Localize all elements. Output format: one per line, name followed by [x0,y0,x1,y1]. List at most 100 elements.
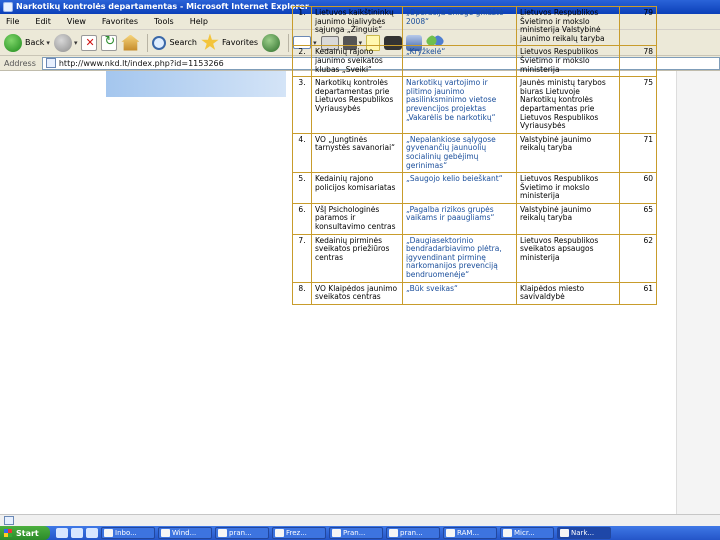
left-panel [106,71,286,514]
funder-cell: Lietuvos Respublikos Švietimo ir mokslo … [516,172,620,204]
funder-cell: Lietuvos Respublikos Švietimo ir mokslo … [516,5,620,47]
project-cell[interactable]: „Operacija Sniegė gniūžtė 2008“ [402,5,517,47]
row-number: 8. [292,281,312,305]
taskbar-item[interactable]: Frez... [272,527,326,539]
row-number: 2. [292,45,312,78]
page-status-icon [4,516,14,525]
funder-cell: Valstybinė jaunimo reikalų taryba [516,202,620,235]
row-number: 5. [292,172,312,204]
start-label: Start [16,528,39,538]
back-button[interactable]: Back ▾ [4,33,50,53]
chevron-down-icon[interactable]: ▾ [74,39,78,47]
forward-arrow-icon [53,33,72,52]
row-number: 6. [292,202,312,235]
toolbar-divider [147,33,149,52]
taskbar-item[interactable]: Pran... [329,527,383,539]
funder-cell: Klaipėdos miesto savivaldybė [516,281,620,305]
toolbar-divider [288,33,290,52]
favorites-button[interactable]: Favorites [201,33,258,53]
project-cell[interactable]: „Būk sveikas“ [402,281,517,305]
search-label: Search [169,38,197,47]
points-cell: 75 [619,76,657,134]
project-cell[interactable]: „Pagalba rizikos grupės vaikams ir paaug… [402,202,517,235]
taskbar-item-active[interactable]: Nark... [557,527,611,539]
project-cell[interactable]: „Nepalankiose sąlygose gyvenančių jaunuo… [402,132,517,174]
points-cell: 71 [619,132,657,174]
table-row: 7. Kedainių pirminės sveikatos priežiūros… [292,233,657,283]
side-banner [106,71,286,97]
points-cell: 61 [619,281,657,305]
refresh-button[interactable] [101,33,118,53]
taskbar-item[interactable]: Wind... [158,527,212,539]
quick-launch-word-icon[interactable] [71,528,83,538]
row-number: 1. [292,5,312,47]
star-icon [201,33,219,50]
taskbar-item[interactable]: Inbo... [101,527,155,539]
project-cell[interactable]: „Daugiasektorinio bendradarbiavimo plėtr… [402,233,517,283]
row-number: 4. [292,132,312,174]
menu-edit[interactable]: Edit [35,17,51,26]
address-label: Address [4,58,36,68]
menu-view[interactable]: View [67,17,86,26]
organization-cell: Kedainių pirminės sveikatos priežiūros c… [311,233,403,283]
taskbar: Start Inbo... Wind... pran... Frez... Pr… [0,526,720,540]
page-icon [45,58,56,68]
chevron-down-icon[interactable]: ▾ [46,39,50,47]
quick-launch-desktop-icon[interactable] [86,528,98,538]
points-cell: 62 [619,233,657,283]
funder-cell: Jaunės ministų tarybos biuras Lietuvoje … [516,76,620,134]
project-cell[interactable]: „Saugojo kelio beieškant“ [402,172,517,204]
home-button[interactable] [121,33,140,53]
organization-cell: VO „Jungtinės tarnystės savanoriai“ [311,132,403,174]
project-cell[interactable]: „Kryžkelė“ [402,45,517,78]
table-row: 6. VšĮ Psichologinės paramos ir konsultav… [292,202,657,235]
organization-cell: Lietuvos kaikštininkų jaunimo bialivybės… [311,5,403,47]
menu-help[interactable]: Help [190,17,208,26]
media-icon [262,33,281,52]
row-number: 3. [292,76,312,134]
right-margin [676,71,720,514]
points-cell: 78 [619,45,657,78]
window-title: Narkotikų kontrolės departamentas - Micr… [16,2,309,11]
table-row: 2. Kedainių rajono jaunimo sveikatos klub… [292,45,657,78]
media-button[interactable] [262,33,281,53]
taskbar-item[interactable]: RAM... [443,527,497,539]
search-icon [152,35,167,50]
projects-table: 1. Lietuvos kaikštininkų jaunimo bialivyb… [292,5,657,305]
table-row: 3. Narkotikų kontrolės departamentas prie… [292,76,657,134]
funder-cell: Lietuvos Respublikos Švietimo ir mokslo … [516,45,620,78]
status-bar [0,514,720,526]
row-number: 7. [292,233,312,283]
table-row: 4. VO „Jungtinės tarnystės savanoriai“ „Ne… [292,132,657,174]
menu-file[interactable]: File [6,17,19,26]
search-button[interactable]: Search [152,33,197,53]
back-arrow-icon [4,33,22,52]
funder-cell: Valstybinė jaunimo reikalų taryba [516,132,620,174]
funder-cell: Lietuvos Respublikos sveikatos apsaugos … [516,233,620,283]
refresh-icon [101,34,118,51]
back-label: Back [25,38,45,47]
organization-cell: Kedainių rajono jaunimo sveikatos klubas… [311,45,403,78]
ie-icon [3,2,13,12]
table-row: 1. Lietuvos kaikštininkų jaunimo bialivyb… [292,5,657,47]
organization-cell: VO Klaipėdos jaunimo sveikatos centras [311,281,403,305]
taskbar-item[interactable]: Micr... [500,527,554,539]
forward-button[interactable]: ▾ [53,33,78,53]
points-cell: 65 [619,202,657,235]
stop-button[interactable] [81,33,98,53]
address-url[interactable]: http://www.nkd.lt/index.php?id=1153266 [59,59,224,68]
quick-launch-ie-icon[interactable] [56,528,68,538]
start-button[interactable]: Start [0,526,50,540]
points-cell: 60 [619,172,657,204]
taskbar-item[interactable]: pran... [215,527,269,539]
taskbar-item[interactable]: pran... [386,527,440,539]
menu-favorites[interactable]: Favorites [102,17,138,26]
menu-tools[interactable]: Tools [154,17,174,26]
stop-icon [81,34,98,51]
organization-cell: VšĮ Psichologinės paramos ir konsultavim… [311,202,403,235]
table-row: 5. Kedainių rajono policijos komisariatas… [292,172,657,204]
organization-cell: Narkotikų kontrolės departamentas prie L… [311,76,403,134]
organization-cell: Kedainių rajono policijos komisariatas [311,172,403,204]
home-icon [121,34,140,51]
project-cell[interactable]: Narkotikų vartojimo ir plitimo jaunimo p… [402,76,517,134]
